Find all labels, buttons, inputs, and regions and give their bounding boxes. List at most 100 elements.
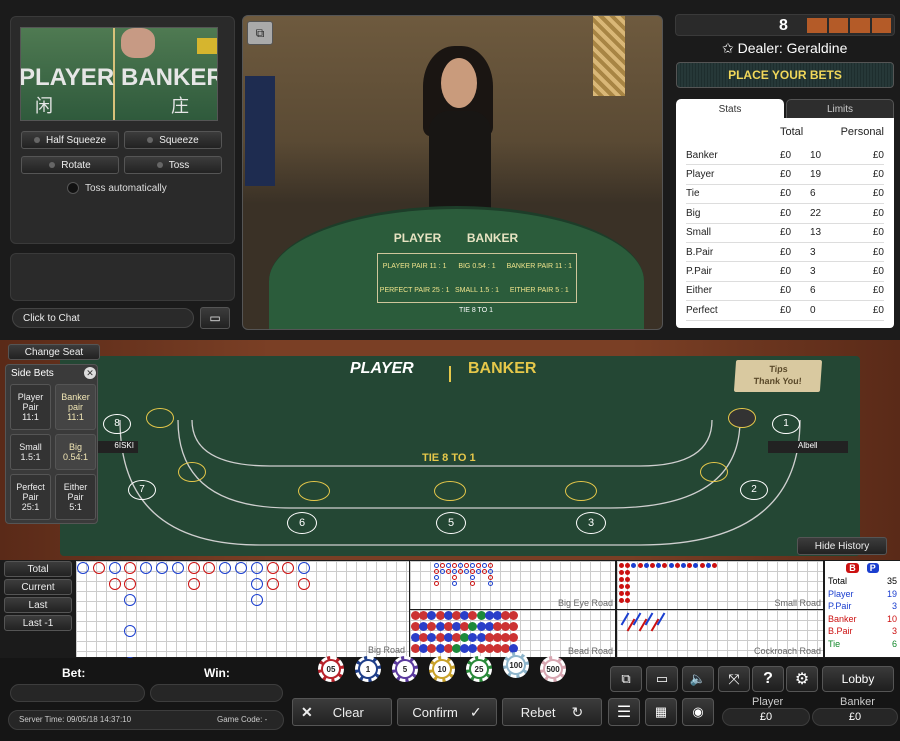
bet-spot-banker-3[interactable] [565, 481, 597, 501]
chat-input[interactable]: Click to Chat [12, 308, 194, 328]
toss-button[interactable]: Toss [124, 156, 222, 174]
chip-500[interactable]: 500 [540, 656, 566, 682]
seats-button[interactable]: ⧉ [610, 666, 642, 692]
chip-25[interactable]: 25 [466, 656, 492, 682]
side-bet-banker-pair[interactable]: Banker pair 11:1 [55, 384, 96, 430]
stats-row-amount: £0 [780, 188, 792, 200]
side-bet-odds: 11:1 [22, 412, 39, 422]
dealer-body [429, 111, 491, 211]
clear-button[interactable]: ✕ Clear [292, 698, 392, 726]
big-eye-road-mark [488, 569, 493, 574]
chip-5[interactable]: 5 [392, 656, 418, 682]
video-button[interactable]: ◉ [682, 698, 714, 726]
chip-10[interactable]: 10 [429, 656, 455, 682]
chat-toggle-button[interactable]: ▭ [646, 666, 678, 692]
small-road-mark [637, 563, 643, 568]
stats-row-amount: £0 [780, 207, 792, 219]
side-bet-big[interactable]: Big 0.54:1 [55, 434, 96, 470]
side-bet-odds: 11:1 [67, 412, 84, 422]
close-icon[interactable]: ✕ [84, 367, 96, 379]
side-bet-perfect-pair[interactable]: Perfect Pair 25:1 [10, 474, 51, 520]
stats-row-amount: £0 [780, 304, 792, 316]
chip-value: 100 [508, 657, 524, 673]
bet-spot-banker-6[interactable] [298, 481, 330, 501]
player-spot-2[interactable]: 2 [740, 480, 768, 500]
chip-stack-button[interactable]: ☰ [608, 698, 640, 726]
change-seat-button[interactable]: Change Seat [8, 344, 100, 360]
side-bet-player-pair[interactable]: Player Pair 11:1 [10, 384, 51, 430]
big-road-mark [171, 562, 184, 574]
card-camera-view: PLAYER BANKER 闲 庄 [20, 27, 218, 121]
big-road-mark [266, 577, 279, 590]
side-bet-small[interactable]: Small 1.5:1 [10, 434, 51, 470]
video-perfect-pair: PERFECT PAIR 25 : 1 [379, 286, 450, 294]
video-toggle-button[interactable]: ⧉ [247, 21, 273, 45]
small-road-mark [699, 563, 705, 568]
bet-spot-banker-1[interactable] [728, 408, 756, 428]
tab-stats[interactable]: Stats [676, 99, 784, 119]
grid-icon: ▦ [654, 704, 668, 719]
squeeze-button[interactable]: Squeeze [124, 131, 222, 149]
player-spot-3[interactable]: 3 [576, 512, 606, 534]
grid-view-button[interactable]: ▦ [645, 698, 677, 726]
player-spot-7[interactable]: 7 [128, 480, 156, 500]
rebet-button[interactable]: Rebet ↻ [502, 698, 602, 726]
video-tie: TIE 8 TO 1 [459, 307, 493, 314]
tips-label: Tips [768, 364, 789, 374]
half-squeeze-button[interactable]: Half Squeeze [21, 131, 119, 149]
big-eye-road-mark [434, 569, 439, 574]
lobby-button[interactable]: Lobby [822, 666, 894, 692]
big-eye-road-mark [470, 575, 475, 580]
seat-right-name: Albell [768, 441, 848, 453]
chip-100[interactable]: 100 [503, 652, 529, 678]
small-road-mark [619, 563, 624, 568]
seat-2-number: 2 [751, 484, 757, 495]
confirm-button[interactable]: Confirm ✓ [397, 698, 497, 726]
stats-row: Either £0 6 £0 [686, 282, 884, 302]
hide-history-label: Hide History [814, 540, 870, 552]
side-bets-title: Side Bets [11, 368, 54, 379]
chat-messages [10, 253, 235, 301]
bet-spot-banker-7[interactable] [178, 462, 206, 482]
player-p-icon: P [866, 563, 879, 573]
bet-spot-banker-5[interactable] [434, 481, 466, 501]
cam-player-label: PLAYER [20, 64, 115, 91]
rotate-button[interactable]: Rotate [21, 156, 119, 174]
video-icon: ◉ [692, 704, 704, 719]
chip-1[interactable]: 1 [355, 656, 381, 682]
settings-button[interactable]: ⚙ [786, 666, 818, 692]
stats-row-personal: £0 [872, 246, 884, 258]
server-time: Server Time: 09/05/18 14:37:10 [19, 715, 132, 724]
big-road-mark [266, 562, 279, 574]
player-spot-1[interactable]: 1 [772, 414, 800, 434]
big-road-mark [187, 577, 200, 590]
hide-history-button[interactable]: Hide History [797, 537, 887, 555]
player-spot-8[interactable]: 8 [103, 414, 131, 434]
bet-spot-banker-8[interactable] [146, 408, 174, 428]
chip-05[interactable]: 05 [318, 656, 344, 682]
stats-row-name: Perfect [686, 304, 718, 316]
tab-limits[interactable]: Limits [786, 99, 894, 119]
chat-send-button[interactable]: ▭ [200, 307, 230, 329]
player-spot-6[interactable]: 6 [287, 512, 317, 534]
rebet-icon: ↻ [571, 703, 584, 720]
bet-spot-banker-2[interactable] [700, 462, 728, 482]
small-road-mark [662, 563, 668, 568]
player-total-label: Player [752, 696, 784, 708]
player-spot-5[interactable]: 5 [436, 512, 466, 534]
seat-left-text: 6ISKI [114, 441, 134, 450]
toss-automatically-checkbox[interactable] [67, 182, 79, 194]
small-road-mark [619, 598, 624, 603]
side-bet-either-pair[interactable]: Either Pair 5:1 [55, 474, 96, 520]
legend-value: 10 [886, 613, 897, 624]
bet-amount-field [10, 684, 145, 702]
help-button[interactable]: ? [752, 666, 784, 692]
legend-label: Total [828, 576, 848, 586]
big-eye-road-mark [458, 563, 463, 568]
sound-button[interactable]: 🔈 [682, 666, 714, 692]
fullscreen-button[interactable]: ⤧ [718, 666, 750, 692]
confirm-label: Confirm [412, 704, 458, 720]
big-road-mark [250, 593, 263, 606]
tips-box[interactable]: Tips Thank You! [733, 360, 823, 392]
side-bet-label: Player Pair [17, 392, 44, 412]
